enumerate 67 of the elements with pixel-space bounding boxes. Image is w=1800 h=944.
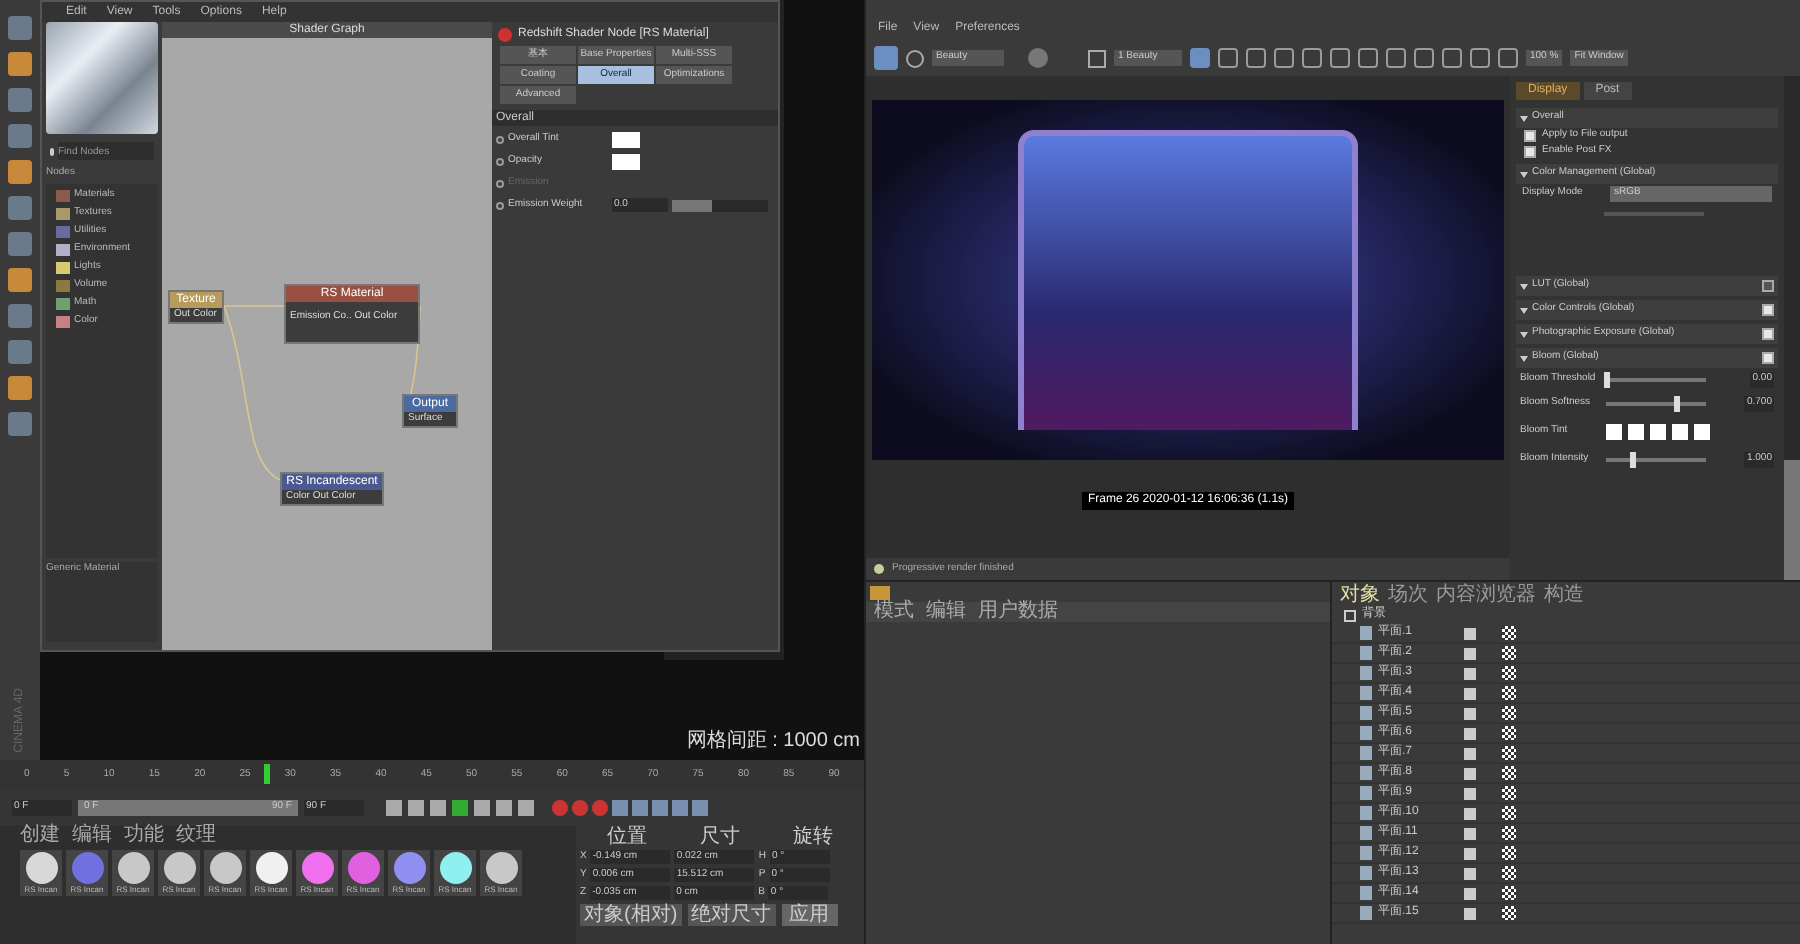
light-icon: [1360, 766, 1372, 780]
expand-arrow-icon[interactable]: [1520, 283, 1528, 289]
light-icon: [1360, 646, 1372, 660]
column-header: 位置: [606, 826, 647, 848]
keyframe-icon[interactable]: [496, 179, 504, 187]
tint-swatch[interactable]: [1606, 424, 1622, 440]
manager-tab[interactable]: 构造: [1544, 583, 1584, 605]
redshift-logo-icon: [498, 27, 512, 41]
light-icon: [1360, 726, 1372, 740]
color-swatch[interactable]: [612, 153, 640, 169]
checkbox[interactable]: [1762, 304, 1774, 316]
light-icon: [1360, 806, 1372, 820]
checkbox[interactable]: [1762, 328, 1774, 340]
light-icon: [1360, 626, 1372, 640]
slider-thumb[interactable]: [672, 199, 712, 211]
color-swatch[interactable]: [612, 131, 640, 147]
grid-spacing-label: 网格间距 : 1000 cm: [686, 727, 860, 756]
column-header: 尺寸: [699, 826, 740, 848]
scrollbar[interactable]: [1784, 76, 1800, 580]
keyframe-icon[interactable]: [496, 135, 504, 143]
size-mode-dropdown[interactable]: 绝对尺寸: [687, 904, 776, 926]
slider-thumb[interactable]: [1674, 396, 1680, 412]
menu-item[interactable]: 编辑: [926, 602, 966, 622]
light-icon: [1360, 846, 1372, 860]
light-icon: [1360, 886, 1372, 900]
manager-tab[interactable]: 场次: [1388, 583, 1428, 605]
tint-swatch[interactable]: [1650, 424, 1666, 440]
coordinate-mode-dropdown[interactable]: 对象(相对): [580, 904, 682, 926]
menu-item[interactable]: 纹理: [176, 826, 216, 846]
menu-item[interactable]: 创建: [20, 826, 60, 846]
checkbox[interactable]: [1762, 280, 1774, 292]
menu-item[interactable]: 编辑: [72, 826, 112, 846]
apply-button[interactable]: 应用: [781, 904, 838, 926]
keyframe-icon[interactable]: [496, 201, 504, 209]
tint-swatch[interactable]: [1672, 424, 1688, 440]
menu-item[interactable]: 用户数据: [978, 602, 1058, 622]
tint-swatch[interactable]: [1694, 424, 1710, 440]
checkbox[interactable]: [1762, 352, 1774, 364]
manager-tab[interactable]: 对象: [1340, 583, 1380, 605]
slider-thumb[interactable]: [1629, 452, 1635, 468]
expand-arrow-icon[interactable]: [1520, 115, 1528, 121]
crop-icon[interactable]: [1088, 49, 1106, 67]
menu-item[interactable]: 功能: [124, 826, 164, 846]
light-icon: [1360, 686, 1372, 700]
refresh-icon[interactable]: [906, 49, 924, 67]
light-icon: [1360, 666, 1372, 680]
light-icon: [1360, 866, 1372, 880]
expand-arrow-icon[interactable]: [1520, 307, 1528, 313]
panel-tab-icon[interactable]: [870, 585, 890, 599]
checkbox[interactable]: [1524, 146, 1536, 158]
tint-swatch[interactable]: [1628, 424, 1644, 440]
light-icon: [1360, 826, 1372, 840]
checkbox[interactable]: [1524, 130, 1536, 142]
expand-arrow-icon[interactable]: [1520, 331, 1528, 337]
light-icon: [1360, 786, 1372, 800]
material-preview: [46, 22, 158, 134]
light-icon: [1360, 706, 1372, 720]
column-header: 旋转: [793, 826, 834, 848]
expand-arrow-icon[interactable]: [1520, 355, 1528, 361]
slider-thumb[interactable]: [1604, 372, 1610, 388]
keyframe-icon[interactable]: [496, 157, 504, 165]
group-icon: [1344, 609, 1356, 621]
light-icon: [1360, 746, 1372, 760]
expand-arrow-icon[interactable]: [1520, 171, 1528, 177]
menu-item[interactable]: 模式: [874, 602, 914, 622]
manager-tab[interactable]: 内容浏览器: [1436, 583, 1536, 605]
light-icon: [1360, 906, 1372, 920]
